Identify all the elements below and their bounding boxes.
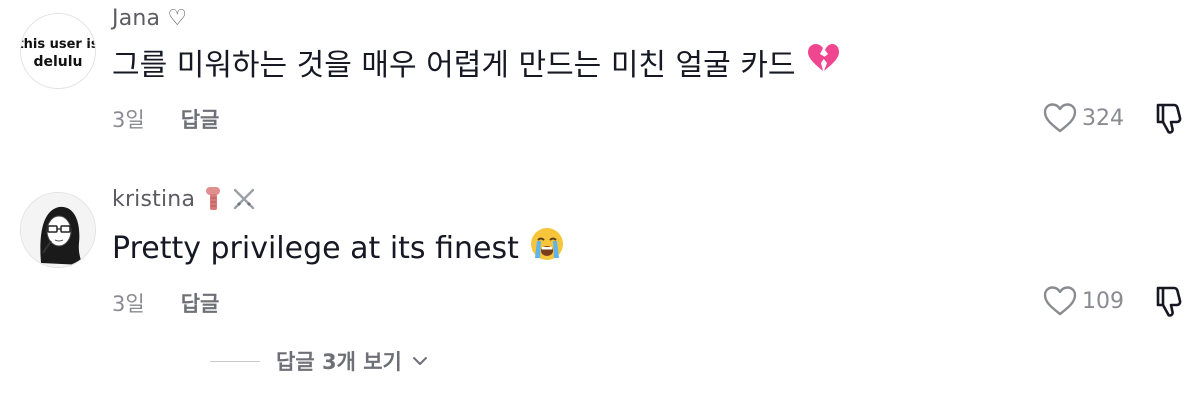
comment-username[interactable]: Jana ♡	[112, 6, 187, 31]
like-button[interactable]: 109	[1042, 285, 1152, 317]
reply-button[interactable]: 답글	[181, 288, 220, 318]
avatar-image	[21, 193, 95, 267]
username-text[interactable]: Jana ♡	[112, 6, 187, 31]
comment-body: 그를 미워하는 것을 매우 어렵게 만드는 미친 얼굴 카드	[112, 48, 796, 83]
like-button[interactable]: 324	[1042, 102, 1152, 134]
comment-body: Pretty privilege at its finest	[112, 230, 519, 266]
broken-heart-icon	[806, 43, 840, 81]
like-count: 324	[1082, 105, 1124, 131]
username-text[interactable]: kristina	[112, 187, 195, 212]
comment-actions: 324	[1042, 100, 1188, 136]
avatar[interactable]: this user is delulu	[20, 13, 96, 89]
reply-button[interactable]: 답글	[181, 104, 220, 134]
chevron-down-icon[interactable]	[412, 355, 428, 367]
comment-timestamp: 3일	[112, 108, 145, 132]
comment-meta: 3일 답글	[112, 288, 219, 318]
thumbs-down-icon[interactable]	[1152, 100, 1188, 136]
divider-line	[210, 360, 260, 362]
comment-text: Pretty privilege at its finest	[112, 226, 565, 270]
comment-text: 그를 미워하는 것을 매우 어렵게 만드는 미친 얼굴 카드	[112, 40, 840, 84]
heart-outline-icon[interactable]	[1042, 285, 1078, 317]
comment-timestamp: 3일	[112, 292, 145, 316]
comment-actions: 109	[1042, 283, 1188, 319]
view-replies-button[interactable]: 답글 3개 보기	[210, 346, 428, 376]
loudly-crying-face-icon	[529, 226, 565, 270]
avatar-logo-text-bottom: delulu	[33, 54, 82, 70]
thumbs-down-icon[interactable]	[1152, 283, 1188, 319]
comment: this user is delulu Jana ♡ 그를 미워하는 것을 매우…	[0, 0, 1200, 180]
comment-username[interactable]: kristina	[112, 186, 257, 212]
comment: kristina Pretty privilege at its finest	[0, 180, 1200, 330]
avatar-image: this user is delulu	[21, 14, 95, 88]
avatar[interactable]	[20, 192, 96, 268]
view-replies-label[interactable]: 답글 3개 보기	[276, 346, 402, 376]
like-count: 109	[1082, 288, 1124, 314]
avatar-logo-text-top: this user is	[21, 37, 95, 52]
scarf-icon	[201, 186, 225, 212]
comment-meta: 3일 답글	[112, 104, 219, 134]
crossed-swords-icon	[231, 186, 257, 212]
heart-outline-icon[interactable]	[1042, 102, 1078, 134]
